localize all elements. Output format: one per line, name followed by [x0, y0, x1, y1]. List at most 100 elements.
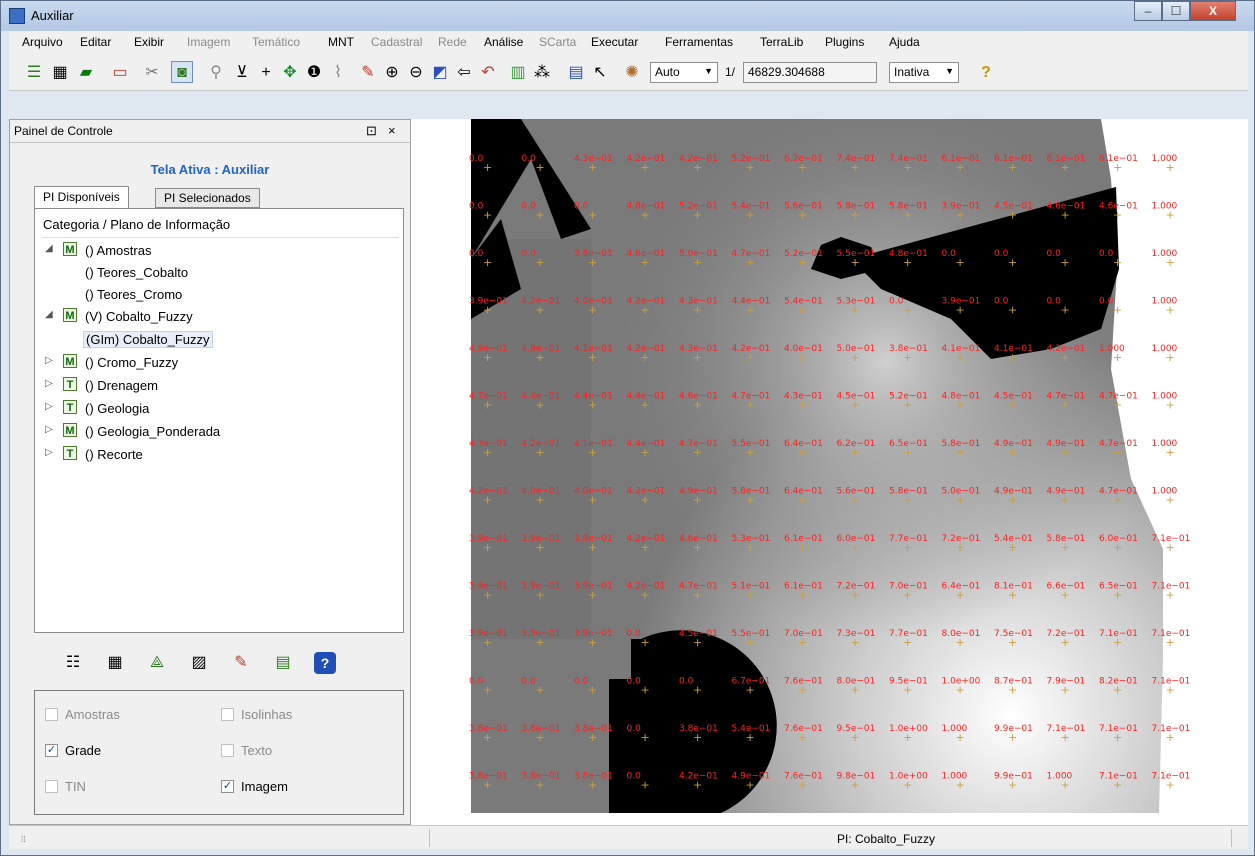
- zoom-out-icon[interactable]: ⊖: [405, 62, 427, 84]
- edit-icon[interactable]: ✎: [357, 62, 379, 84]
- dots-icon[interactable]: ⁂: [531, 62, 553, 84]
- grid-point-marker: +: [798, 684, 807, 697]
- grid-point-marker: +: [483, 304, 492, 317]
- expand-toggle-icon[interactable]: ▷: [45, 401, 55, 412]
- menu-tematico[interactable]: Temático: [252, 35, 300, 49]
- crosshair-icon[interactable]: +: [255, 62, 277, 84]
- menu-rede[interactable]: Rede: [438, 35, 467, 49]
- grid-value-label: 0.0: [627, 629, 642, 639]
- expand-toggle-icon[interactable]: ◢: [45, 243, 55, 254]
- selection-icon[interactable]: ◙: [171, 61, 193, 83]
- tree-node-label-selected: (GIm) Cobalto_Fuzzy: [83, 331, 213, 348]
- grid-point-marker: +: [1166, 209, 1175, 222]
- menu-analise[interactable]: Análise: [484, 35, 523, 49]
- tab-pi-disponiveis[interactable]: PI Disponíveis: [34, 186, 129, 210]
- pan-icon[interactable]: ✥: [279, 62, 301, 84]
- cut-icon[interactable]: ✂: [141, 62, 163, 84]
- menu-terralib[interactable]: TerraLib: [760, 35, 803, 49]
- grid-point-marker: +: [956, 446, 965, 459]
- tab-pi-selecionados[interactable]: PI Selecionados: [155, 188, 260, 208]
- cursor-icon[interactable]: ⊻: [231, 62, 253, 84]
- polygon-icon[interactable]: ▰: [75, 62, 97, 84]
- clip-icon[interactable]: ⌇: [327, 62, 349, 84]
- grid-point-marker: +: [903, 304, 912, 317]
- menu-cadastral[interactable]: Cadastral: [371, 35, 422, 49]
- menu-mnt[interactable]: MNT: [328, 35, 354, 49]
- menu-exibir[interactable]: Exibir: [134, 35, 164, 49]
- tree-node-teores-cobalto[interactable]: () Teores_Cobalto: [45, 263, 385, 283]
- control-panel: Painel de Controle ⊡ × Tela Ativa : Auxi…: [9, 119, 411, 825]
- grid-point-marker: +: [1166, 351, 1175, 364]
- grid-point-marker: +: [1061, 636, 1070, 649]
- zoom-icon[interactable]: ⚲: [205, 62, 227, 84]
- expand-toggle-icon[interactable]: ▷: [45, 378, 55, 389]
- legend-icon[interactable]: ▤: [272, 652, 294, 674]
- maximize-button[interactable]: ☐: [1162, 1, 1190, 21]
- grid-point-marker: +: [1166, 779, 1175, 792]
- grid-point-marker: +: [588, 494, 597, 507]
- grid-value-label: 0.0: [679, 677, 694, 687]
- pencil-icon[interactable]: ✎: [230, 652, 252, 674]
- close-icon[interactable]: ×: [388, 123, 396, 138]
- grid-point-marker: +: [693, 256, 702, 269]
- help-icon[interactable]: ?: [314, 652, 336, 674]
- menu-plugins[interactable]: Plugins: [825, 35, 864, 49]
- title-bar[interactable]: Auxiliar – ☐ X: [1, 1, 1254, 31]
- minimize-button[interactable]: –: [1134, 1, 1162, 21]
- pointer-icon[interactable]: ↖: [589, 62, 611, 84]
- grid-point-marker: +: [588, 731, 597, 744]
- table-view-icon[interactable]: ▦: [104, 652, 126, 674]
- menu-ajuda[interactable]: Ajuda: [889, 35, 920, 49]
- layers-icon[interactable]: ☰: [23, 62, 45, 84]
- list-icon[interactable]: ☷: [62, 652, 84, 674]
- table-icon[interactable]: ▤: [565, 62, 587, 84]
- menu-arquivo[interactable]: Arquivo: [22, 35, 63, 49]
- grid-point-marker: +: [851, 541, 860, 554]
- undo-icon[interactable]: ↶: [477, 62, 499, 84]
- grid-value-label: 0.0: [522, 677, 537, 687]
- zoom-in-icon[interactable]: ⊕: [381, 62, 403, 84]
- status-divider: [429, 829, 430, 847]
- tree-node-teores-cromo[interactable]: () Teores_Cromo: [45, 285, 385, 305]
- menu-editar[interactable]: Editar: [80, 35, 111, 49]
- frame-icon[interactable]: ▭: [109, 62, 131, 84]
- expand-toggle-icon[interactable]: ▷: [45, 424, 55, 435]
- checkbox-label: Amostras: [65, 707, 120, 722]
- tree-node-geologia[interactable]: ▷ T () Geologia: [45, 399, 385, 419]
- expand-toggle-icon[interactable]: ▷: [45, 447, 55, 458]
- display-options: Amostras Isolinhas ✓ Grade Texto TIN ✓ I…: [34, 690, 404, 815]
- grid-point-marker: +: [1061, 779, 1070, 792]
- tree-node-amostras[interactable]: ◢ M () Amostras: [45, 241, 385, 261]
- tree-node-geologia-ponderada[interactable]: ▷ M () Geologia_Ponderada: [45, 422, 385, 442]
- map-canvas[interactable]: 0.0 +0.0 +4.3e−01 +4.2e−01 +4.2e−01 +5.2e−01 +…: [411, 119, 1248, 825]
- window-title: Auxiliar: [31, 8, 74, 23]
- edit-table-icon[interactable]: ▨: [188, 652, 210, 674]
- info-icon[interactable]: ❶: [303, 62, 325, 84]
- scale-select[interactable]: Auto ▼: [650, 62, 718, 83]
- tree-node-gim-cobalto-fuzzy[interactable]: (GIm) Cobalto_Fuzzy: [45, 329, 385, 349]
- mode-select[interactable]: Inativa ▼: [889, 62, 959, 83]
- scale-input[interactable]: 46829.304688: [743, 62, 877, 83]
- menu-executar[interactable]: Executar: [591, 35, 638, 49]
- palette-icon[interactable]: ✺: [621, 62, 643, 84]
- menu-ferramentas[interactable]: Ferramentas: [665, 35, 733, 49]
- float-icon[interactable]: ⊡: [366, 123, 377, 139]
- tree-node-cromo-fuzzy[interactable]: ▷ M () Cromo_Fuzzy: [45, 353, 385, 373]
- close-button[interactable]: X: [1190, 1, 1236, 21]
- display-icon[interactable]: ▥: [507, 62, 529, 84]
- checkmark-icon: ✓: [221, 780, 234, 793]
- back-icon[interactable]: ⇦: [453, 62, 475, 84]
- menu-imagem[interactable]: Imagem: [187, 35, 230, 49]
- expand-toggle-icon[interactable]: ▷: [45, 355, 55, 366]
- tree-node-cobalto-fuzzy[interactable]: ◢ M (V) Cobalto_Fuzzy: [45, 307, 385, 327]
- grid-point-marker: +: [693, 731, 702, 744]
- expand-toggle-icon[interactable]: ◢: [45, 309, 55, 320]
- grid-point-marker: +: [746, 304, 755, 317]
- tree-node-drenagem[interactable]: ▷ T () Drenagem: [45, 376, 385, 396]
- help-icon[interactable]: ?: [975, 62, 997, 84]
- zoom-area-icon[interactable]: ◩: [429, 62, 451, 84]
- menu-scarta[interactable]: SCarta: [539, 35, 576, 49]
- vector-icon[interactable]: ⟁: [146, 652, 168, 674]
- tree-node-recorte[interactable]: ▷ T () Recorte: [45, 445, 385, 465]
- grid-icon[interactable]: ▦: [49, 62, 71, 84]
